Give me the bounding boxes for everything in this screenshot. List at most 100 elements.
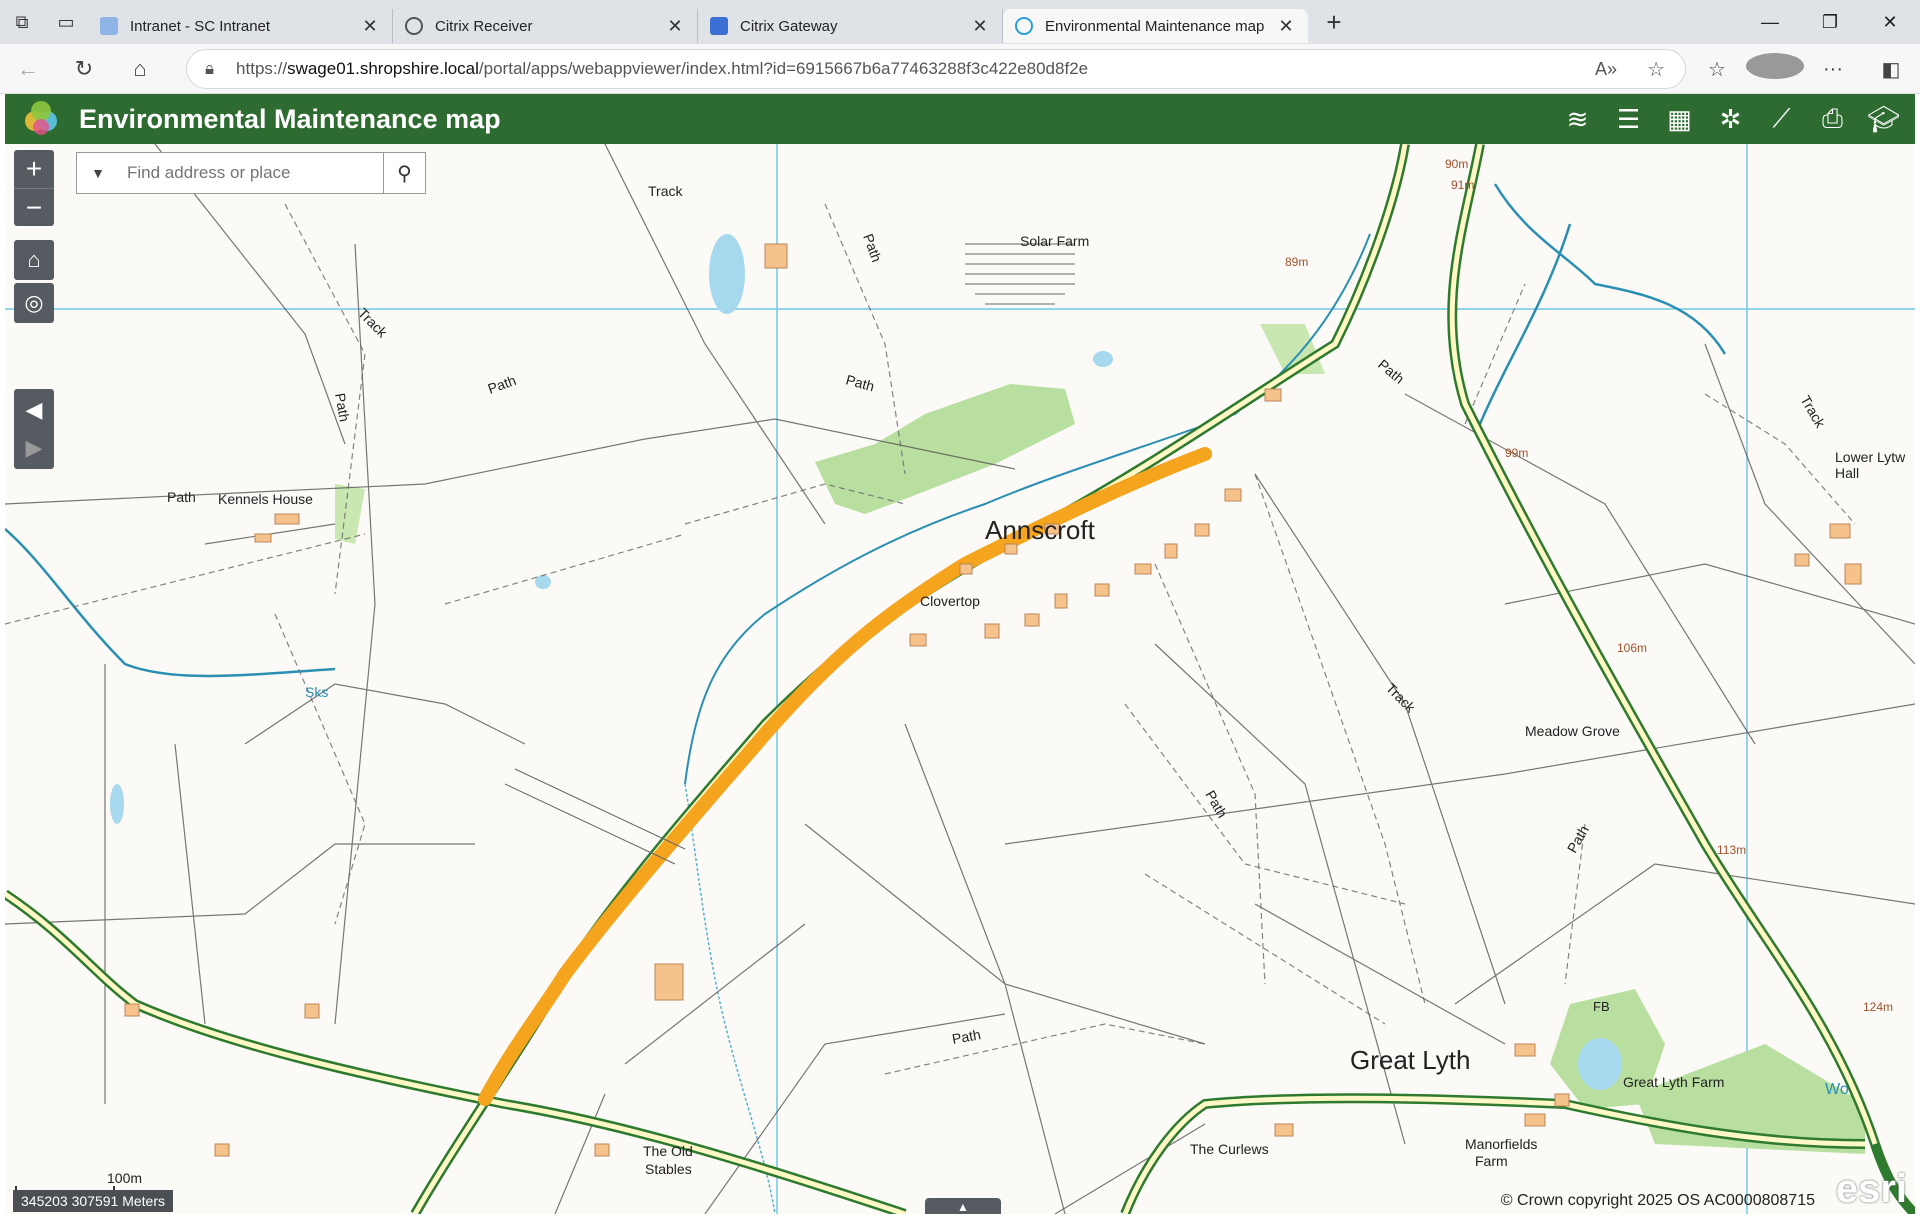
home-icon: ⌂ — [27, 247, 41, 272]
map-label-solar-farm: Solar Farm — [1020, 233, 1089, 249]
widget-toolbar: ≋ ☰ ▦ ✲ ⟋ ⎙ 🎓︎ — [1552, 94, 1909, 144]
map-label-the-curlews: The Curlews — [1190, 1141, 1269, 1157]
map-label-great-lyth-farm: Great Lyth Farm — [1623, 1074, 1724, 1090]
close-tab-icon[interactable]: ✕ — [665, 16, 685, 37]
zoom-in-button[interactable]: + — [14, 150, 54, 188]
home-button[interactable]: ⌂ — [14, 240, 54, 280]
app-logo-icon — [21, 99, 61, 139]
tab-citrix-gateway[interactable]: Citrix Gateway ✕ — [698, 9, 1003, 43]
map-label-path: Path — [486, 372, 519, 397]
reload-icon[interactable]: ↻ — [56, 56, 112, 82]
map-label-track: Track — [1797, 393, 1829, 432]
select-icon[interactable]: ✲ — [1705, 94, 1756, 144]
scale-bar: 100m — [15, 1170, 142, 1192]
more-icon[interactable]: ··· — [1804, 58, 1862, 81]
map-label-annscroft: Annscroft — [985, 515, 1096, 545]
height-label: 113m — [1717, 843, 1746, 857]
search-icon[interactable]: ⚲ — [383, 153, 425, 193]
chevron-up-icon: ▲ — [957, 1200, 969, 1214]
os-basemap: Annscroft Great Lyth Clovertop Kennels H… — [5, 144, 1915, 1214]
browser-tab-bar: ⧉ ▭ Intranet - SC Intranet ✕ Citrix Rece… — [0, 0, 1920, 44]
highlighted-route[interactable] — [478, 447, 1212, 1106]
tab-citrix-receiver[interactable]: Citrix Receiver ✕ — [393, 9, 698, 43]
tab-intranet[interactable]: Intranet - SC Intranet ✕ — [88, 9, 393, 43]
map-label-stables: Stables — [645, 1161, 692, 1177]
print-icon[interactable]: ⎙ — [1807, 94, 1858, 144]
map-label-wo: Wo — [1825, 1081, 1849, 1098]
tab-environmental-maintenance-map[interactable]: Environmental Maintenance map ✕ — [1003, 9, 1308, 43]
close-tab-icon[interactable]: ✕ — [360, 16, 380, 37]
restore-icon[interactable]: ❐ — [1800, 0, 1860, 44]
zoom-out-button[interactable]: − — [14, 188, 54, 226]
address-toolbar: ← ↻ ⌂ 🔒︎ https://swage01.shropshire.loca… — [0, 44, 1920, 94]
height-label: 90m — [1445, 157, 1468, 171]
home-icon[interactable]: ⌂ — [112, 56, 168, 82]
app-title: Environmental Maintenance map — [79, 103, 501, 134]
height-label: 99m — [1505, 446, 1528, 460]
profile-icon[interactable] — [1746, 53, 1804, 85]
map-label-track: Track — [648, 183, 683, 199]
lock-icon — [710, 17, 728, 35]
about-icon[interactable]: 🎓︎ — [1858, 94, 1909, 144]
new-tab-button[interactable]: + — [1314, 7, 1354, 38]
measure-icon[interactable]: ⟋ — [1756, 94, 1807, 144]
close-window-icon[interactable]: ✕ — [1860, 0, 1920, 44]
coordinate-display[interactable]: 345203 307591 Meters — [13, 1190, 173, 1212]
url-path: /portal/apps/webappviewer/index.html?id=… — [478, 59, 1089, 78]
zoom-control: + − — [14, 150, 54, 226]
height-label: 106m — [1617, 641, 1647, 655]
map-label-track: Track — [1383, 680, 1419, 716]
previous-extent-icon[interactable]: ◀ — [26, 391, 43, 429]
tab-title: Environmental Maintenance map — [1045, 17, 1265, 35]
my-location-button[interactable]: ◎ — [14, 283, 54, 323]
map-label-fb: FB — [1593, 999, 1610, 1014]
workspaces-icon[interactable]: ⧉ — [0, 0, 44, 44]
map-label-sks: Sks — [305, 684, 328, 700]
locate-icon: ◎ — [24, 290, 44, 315]
height-label: 124m — [1863, 1000, 1893, 1014]
citrix-icon — [405, 17, 423, 35]
basemap-gallery-icon[interactable]: ▦ — [1654, 94, 1705, 144]
height-label: 89m — [1285, 255, 1308, 269]
back-icon[interactable]: ← — [0, 56, 56, 82]
intranet-icon — [100, 17, 118, 35]
map-label-lower-lyth: Lower Lytw — [1835, 449, 1906, 465]
next-extent-icon[interactable]: ▶ — [26, 429, 43, 467]
read-aloud-icon[interactable]: A» — [1595, 59, 1617, 80]
map-label-manorfields: Manorfields — [1465, 1136, 1537, 1152]
search-widget: ▼ ⚲ — [76, 152, 426, 194]
legend-icon[interactable]: ☰ — [1603, 94, 1654, 144]
favorites-icon[interactable]: ☆ — [1688, 57, 1746, 82]
scale-label: 100m — [107, 1170, 143, 1186]
close-tab-icon[interactable]: ✕ — [1276, 16, 1296, 37]
app-header: Environmental Maintenance map ≋ ☰ ▦ ✲ ⟋ … — [5, 94, 1915, 144]
map-label-kennels-house: Kennels House — [218, 491, 313, 507]
minimize-icon[interactable]: — — [1740, 0, 1800, 44]
tab-title: Citrix Gateway — [740, 17, 838, 35]
window-controls: — ❐ ✕ — [1740, 0, 1920, 44]
url-host: swage01.shropshire.local — [287, 59, 479, 78]
search-source-dropdown-icon[interactable]: ▼ — [77, 165, 119, 181]
tab-title: Citrix Receiver — [435, 17, 533, 35]
map-label-path: Path — [167, 489, 196, 505]
url-field[interactable]: 🔒︎ https://swage01.shropshire.local/port… — [186, 49, 1686, 89]
favorite-star-icon[interactable]: ☆ — [1647, 57, 1665, 82]
map-canvas[interactable]: Annscroft Great Lyth Clovertop Kennels H… — [5, 144, 1915, 1214]
coordinate-text: 345203 307591 Meters — [21, 1193, 165, 1209]
lock-icon: 🔒︎ — [205, 59, 215, 78]
map-label-path: Path — [1375, 356, 1407, 387]
attribution: © Crown copyright 2025 OS AC0000808715 — [1500, 1192, 1815, 1209]
layer-list-icon[interactable]: ≋ — [1552, 94, 1603, 144]
map-label-path: Path — [860, 232, 885, 265]
map-label-manorfields-farm: Farm — [1475, 1153, 1508, 1169]
search-input[interactable] — [119, 153, 383, 193]
esri-logo: esri — [1835, 1167, 1907, 1211]
arcgis-icon — [1015, 17, 1033, 35]
tab-actions-icon[interactable]: ▭ — [44, 0, 88, 44]
sidebar-icon[interactable]: ◧ — [1862, 57, 1920, 82]
map-label-meadow-grove: Meadow Grove — [1525, 723, 1620, 739]
map-label-great-lyth: Great Lyth — [1350, 1045, 1470, 1075]
close-tab-icon[interactable]: ✕ — [970, 16, 990, 37]
attribute-table-toggle[interactable]: ▲ — [925, 1198, 1001, 1214]
web-app-viewer: Environmental Maintenance map ≋ ☰ ▦ ✲ ⟋ … — [5, 94, 1915, 1214]
